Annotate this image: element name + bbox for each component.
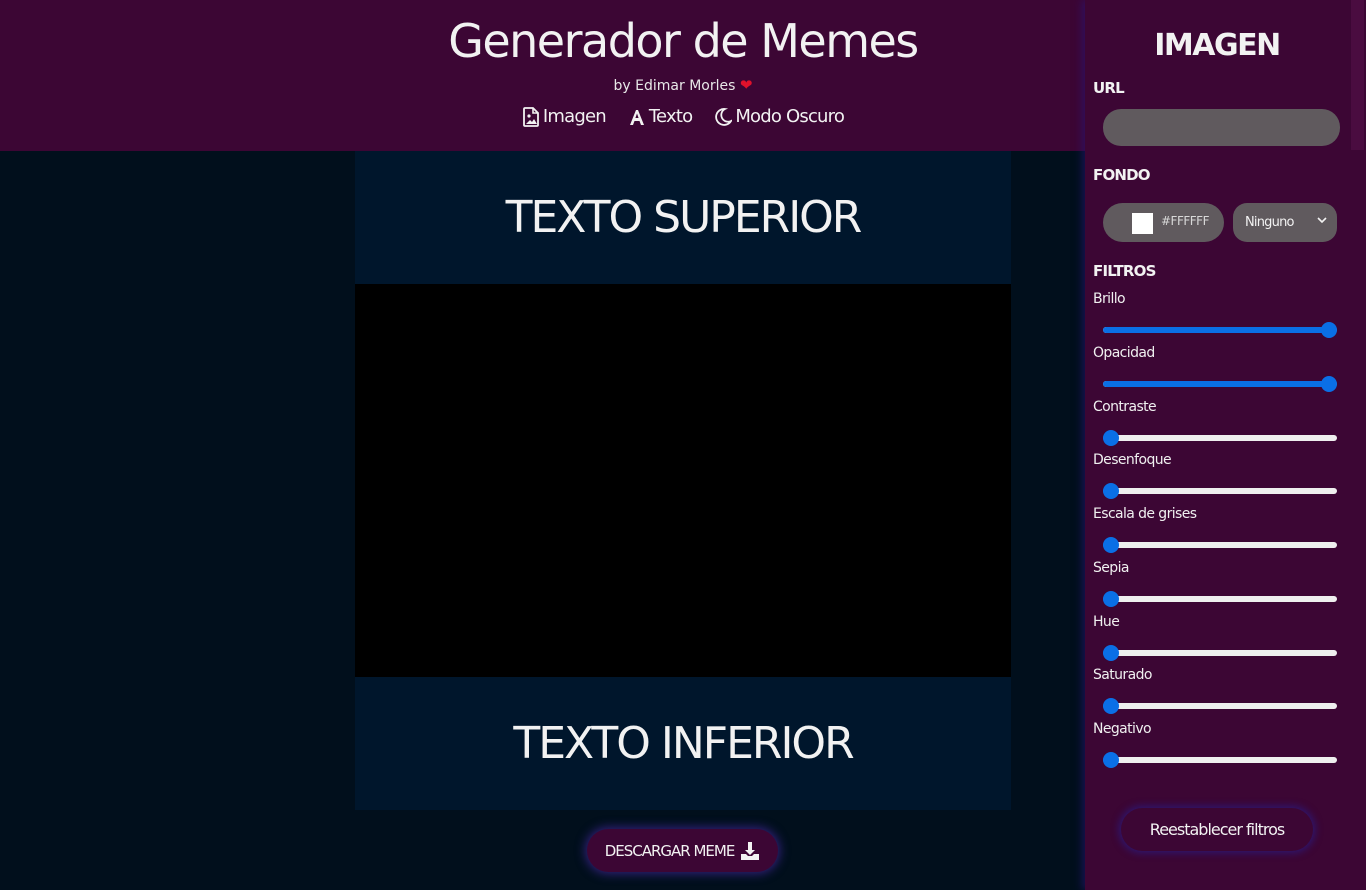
filter-label: Opacidad [1093, 345, 1155, 361]
meme-top-text: TEXTO SUPERIOR [355, 151, 1011, 284]
slider-track [1103, 757, 1337, 763]
filter-label: Escala de grises [1093, 506, 1197, 522]
slider-track [1103, 542, 1337, 548]
reset-filters-button[interactable]: Reestablecer filtros [1121, 808, 1313, 851]
chevron-down-icon [1317, 217, 1327, 224]
filter-slider-sepia[interactable] [1103, 591, 1337, 607]
filter-slider-contraste[interactable] [1103, 430, 1337, 446]
slider-track [1103, 488, 1337, 494]
slider-fill [1103, 381, 1329, 387]
filter-slider-desenfoque[interactable] [1103, 483, 1337, 499]
slider-track [1103, 596, 1337, 602]
download-icon [741, 841, 760, 860]
slider-track [1103, 703, 1337, 709]
byline-text: by Edimar Morles [613, 78, 736, 94]
slider-thumb[interactable] [1103, 698, 1119, 714]
filter-slider-hue[interactable] [1103, 645, 1337, 661]
filter-slider-brillo[interactable] [1103, 322, 1337, 338]
slider-track [1103, 650, 1337, 656]
filter-slider-saturado[interactable] [1103, 698, 1337, 714]
filter-slider-negativo[interactable] [1103, 752, 1337, 768]
slider-thumb[interactable] [1321, 322, 1337, 338]
text-a-icon [629, 109, 644, 125]
nav-item-label: Modo Oscuro [735, 106, 845, 127]
filter-label: Sepia [1093, 560, 1129, 576]
nav-item-modo-oscuro[interactable]: Modo Oscuro [714, 106, 845, 127]
heart-icon: ❤ [739, 76, 753, 94]
background-label: FONDO [1093, 166, 1151, 184]
scrollbar-thumb[interactable] [1351, 0, 1364, 150]
slider-thumb[interactable] [1321, 376, 1337, 392]
slider-track [1103, 435, 1337, 441]
meme-image [355, 284, 1011, 677]
filter-slider-opacidad[interactable] [1103, 376, 1337, 392]
download-button-label: DESCARGAR MEME [604, 841, 736, 860]
filter-label: Saturado [1093, 667, 1152, 683]
slider-thumb[interactable] [1103, 537, 1119, 553]
slider-thumb[interactable] [1103, 483, 1119, 499]
filter-label: Desenfoque [1093, 452, 1172, 468]
download-meme-button[interactable]: DESCARGAR MEME [587, 829, 778, 872]
color-hex-value: #FFFFFF [1161, 214, 1209, 228]
reset-button-label: Reestablecer filtros [1149, 820, 1285, 839]
meme-bottom-text: TEXTO INFERIOR [355, 677, 1011, 810]
slider-thumb[interactable] [1103, 591, 1119, 607]
slider-thumb[interactable] [1103, 645, 1119, 661]
slider-thumb[interactable] [1103, 752, 1119, 768]
filter-label: Hue [1093, 614, 1120, 630]
url-input[interactable] [1103, 109, 1340, 146]
nav-item-texto[interactable]: Texto [628, 106, 693, 127]
filter-label: Brillo [1093, 291, 1126, 307]
nav-item-label: Imagen [542, 106, 607, 127]
filter-label: Contraste [1093, 399, 1157, 415]
moon-icon [715, 107, 733, 126]
nav-item-imagen[interactable]: Imagen [522, 106, 607, 127]
filters-label: FILTROS [1093, 262, 1156, 280]
url-label: URL [1093, 79, 1125, 97]
image-file-icon [523, 106, 539, 127]
panel-title: IMAGEN [1154, 28, 1281, 63]
filter-slider-escala-de-grises[interactable] [1103, 537, 1337, 553]
nav-item-label: Texto [648, 106, 693, 127]
slider-thumb[interactable] [1103, 430, 1119, 446]
filter-label: Negativo [1093, 721, 1152, 737]
color-swatch [1132, 213, 1153, 234]
meme-canvas: TEXTO SUPERIOR TEXTO INFERIOR [355, 151, 1011, 811]
slider-fill [1103, 327, 1329, 333]
blend-mode-value: Ninguno [1245, 215, 1294, 230]
background-color-picker[interactable]: #FFFFFF [1103, 203, 1224, 242]
blend-mode-select[interactable]: Ninguno [1233, 203, 1337, 242]
image-panel: IMAGEN URL FONDO #FFFFFF Ninguno FILTROS… [1085, 0, 1349, 890]
